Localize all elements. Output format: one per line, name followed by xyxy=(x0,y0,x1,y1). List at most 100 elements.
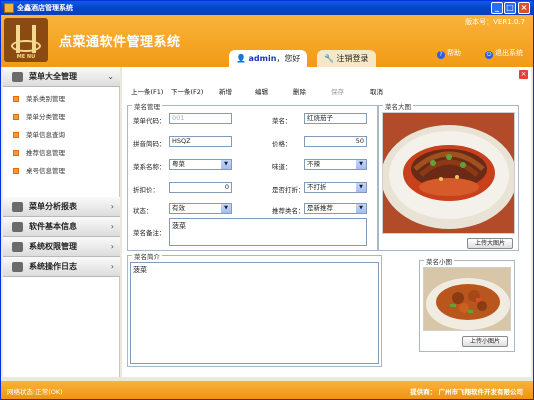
chevron-right-icon: › xyxy=(110,262,114,271)
key-icon: 🔧 xyxy=(324,54,334,63)
chevron-right-icon: › xyxy=(110,222,114,231)
bullet-icon xyxy=(13,150,19,156)
chevron-right-icon: › xyxy=(110,202,114,211)
status-label: 状态： xyxy=(133,207,153,215)
intro-title: 菜名简介 xyxy=(132,251,162,261)
sidebar-item-menu-category[interactable]: 菜单分类管理 xyxy=(3,108,119,126)
intro-field[interactable]: 菠菜 xyxy=(130,262,379,364)
chevron-down-icon: ⌄ xyxy=(107,72,114,81)
dropdown-arrow-icon: ▼ xyxy=(356,160,366,169)
app-title: 点菜通软件管理系统 xyxy=(59,35,181,50)
price-field[interactable]: 50 xyxy=(304,136,367,147)
app-header: ME NU 点菜通软件管理系统 版本号：VER1.0.7 ? 帮助 ⏻ 退出系统 👤… xyxy=(1,15,533,67)
next-record-button[interactable]: 下一条(F2) xyxy=(171,86,203,96)
dropdown-arrow-icon: ▼ xyxy=(221,160,231,169)
name-field[interactable]: 红烧茄子 xyxy=(304,113,367,124)
edit-button[interactable]: 编辑 xyxy=(255,86,268,96)
window-title: 全鑫酒店管理系统 xyxy=(17,4,73,12)
sidebar-item-menu-query[interactable]: 菜单信息查询 xyxy=(3,126,119,144)
version-label: 版本号：VER1.0.7 xyxy=(465,18,525,26)
is-discount-label: 是否打折： xyxy=(272,186,305,194)
sidebar-item-recommend[interactable]: 推荐信息管理 xyxy=(3,144,119,162)
menu-logo: ME NU xyxy=(4,18,48,62)
exit-link[interactable]: ⏻ 退出系统 xyxy=(485,48,523,59)
logout-tab[interactable]: 🔧 注销登录 xyxy=(317,50,376,67)
maximize-button[interactable]: □ xyxy=(504,2,516,14)
name-label: 菜名： xyxy=(272,117,292,125)
bullet-icon xyxy=(13,132,19,138)
sidebar-section-menu-management[interactable]: 菜单大全管理 ⌄ xyxy=(3,67,120,87)
taste-select[interactable]: 不辣 ▼ xyxy=(304,159,367,170)
network-status: 网络状态:正常(OK) xyxy=(7,388,63,396)
is-discount-select[interactable]: 不打折 ▼ xyxy=(304,182,367,193)
user-icon: 👤 xyxy=(236,54,246,63)
main-panel: × 上一条(F1) 下一条(F2) 新增 编辑 删除 保存 取消 菜名管理 菜单… xyxy=(122,67,531,377)
bullet-icon xyxy=(13,168,19,174)
status-select[interactable]: 有效 ▼ xyxy=(169,203,232,214)
price-label: 价格： xyxy=(272,140,292,148)
large-image-group: 菜名大图 上传大图片 xyxy=(378,101,519,251)
recommend-select[interactable]: 是新推荐 ▼ xyxy=(304,203,367,214)
gear-icon xyxy=(12,222,23,232)
group-title: 菜名管理 xyxy=(132,101,162,111)
save-button[interactable]: 保存 xyxy=(331,86,344,96)
sidebar-item-table-number[interactable]: 桌号信息管理 xyxy=(3,162,119,180)
category-select[interactable]: 粤菜 ▼ xyxy=(169,159,232,170)
dropdown-arrow-icon: ▼ xyxy=(356,204,366,213)
sidebar-section-reports[interactable]: 菜单分析报表 › xyxy=(3,197,120,217)
large-image-title: 菜名大图 xyxy=(383,101,413,111)
discount-label: 折扣价： xyxy=(133,186,159,194)
application-window: 全鑫酒店管理系统 _ □ × ME NU 点菜通软件管理系统 版本号：VER1.… xyxy=(0,0,534,400)
menu-book-icon xyxy=(12,72,23,82)
remark-label: 菜名备注： xyxy=(133,229,166,237)
help-link[interactable]: ? 帮助 xyxy=(437,48,461,59)
sidebar-section-logs[interactable]: 系统操作日志 › xyxy=(3,257,120,277)
cancel-button[interactable]: 取消 xyxy=(370,86,383,96)
status-bar: 网络状态:正常(OK) 提供商： 广州市飞翔软件开发有限公司 xyxy=(1,381,533,399)
chevron-right-icon: › xyxy=(110,242,114,251)
remark-field[interactable]: 菠菜 xyxy=(169,218,367,246)
close-window-button[interactable]: × xyxy=(518,2,530,14)
upload-small-image-button[interactable]: 上传小图片 xyxy=(462,336,508,347)
power-icon: ⏻ xyxy=(485,51,493,59)
sidebar-section-software-info[interactable]: 软件基本信息 › xyxy=(3,217,120,237)
taste-label: 味道： xyxy=(272,163,292,171)
dropdown-arrow-icon: ▼ xyxy=(221,204,231,213)
small-image-group: 菜名小图 上传小图片 xyxy=(419,256,515,352)
upload-large-image-button[interactable]: 上传大图片 xyxy=(467,238,513,249)
bullet-icon xyxy=(13,114,19,120)
provider-info: 提供商： 广州市飞翔软件开发有限公司 xyxy=(410,388,523,396)
code-field[interactable]: 001 xyxy=(169,113,232,124)
title-bar[interactable]: 全鑫酒店管理系统 _ □ × xyxy=(1,1,533,15)
add-button[interactable]: 新增 xyxy=(219,86,232,96)
pinyin-field[interactable]: HSQZ xyxy=(169,136,232,147)
pinyin-label: 拼音简码： xyxy=(133,140,166,148)
greeting: ，您好 xyxy=(276,54,301,63)
sidebar-submenu: 菜系类别管理 菜单分类管理 菜单信息查询 推荐信息管理 桌号信息管理 xyxy=(3,87,119,197)
close-panel-icon[interactable]: × xyxy=(519,70,528,79)
dish-form-group: 菜名管理 菜单代码： 001 菜名： 红烧茄子 拼音简码： HSQZ 价格： 5… xyxy=(127,101,378,251)
calendar-icon xyxy=(12,202,23,212)
bullet-icon xyxy=(13,96,19,102)
sidebar-item-cuisine-category[interactable]: 菜系类别管理 xyxy=(3,90,119,108)
sidebar-section-permissions[interactable]: 系统权限管理 › xyxy=(3,237,120,257)
category-label: 菜系名称： xyxy=(133,163,166,171)
user-tab: 👤 admin，您好 xyxy=(229,50,308,67)
prev-record-button[interactable]: 上一条(F1) xyxy=(131,86,163,96)
help-icon: ? xyxy=(437,51,445,59)
minimize-button[interactable]: _ xyxy=(491,2,503,14)
lock-icon xyxy=(12,242,23,252)
small-image-title: 菜名小图 xyxy=(424,256,454,266)
username: admin xyxy=(248,54,277,63)
app-icon xyxy=(4,3,14,13)
recommend-label: 推荐类名： xyxy=(272,207,305,215)
intro-group: 菜名简介 菠菜 xyxy=(127,251,382,367)
dropdown-arrow-icon: ▼ xyxy=(356,183,366,192)
dish-large-image xyxy=(382,112,515,234)
code-label: 菜单代码： xyxy=(133,117,166,125)
sidebar: 菜单大全管理 ⌄ 菜系类别管理 菜单分类管理 菜单信息查询 推荐信息管理 桌号信息… xyxy=(3,67,120,377)
discount-field[interactable]: 0 xyxy=(169,182,232,193)
delete-button[interactable]: 删除 xyxy=(293,86,306,96)
dish-small-image xyxy=(423,267,511,331)
log-icon xyxy=(12,262,23,272)
